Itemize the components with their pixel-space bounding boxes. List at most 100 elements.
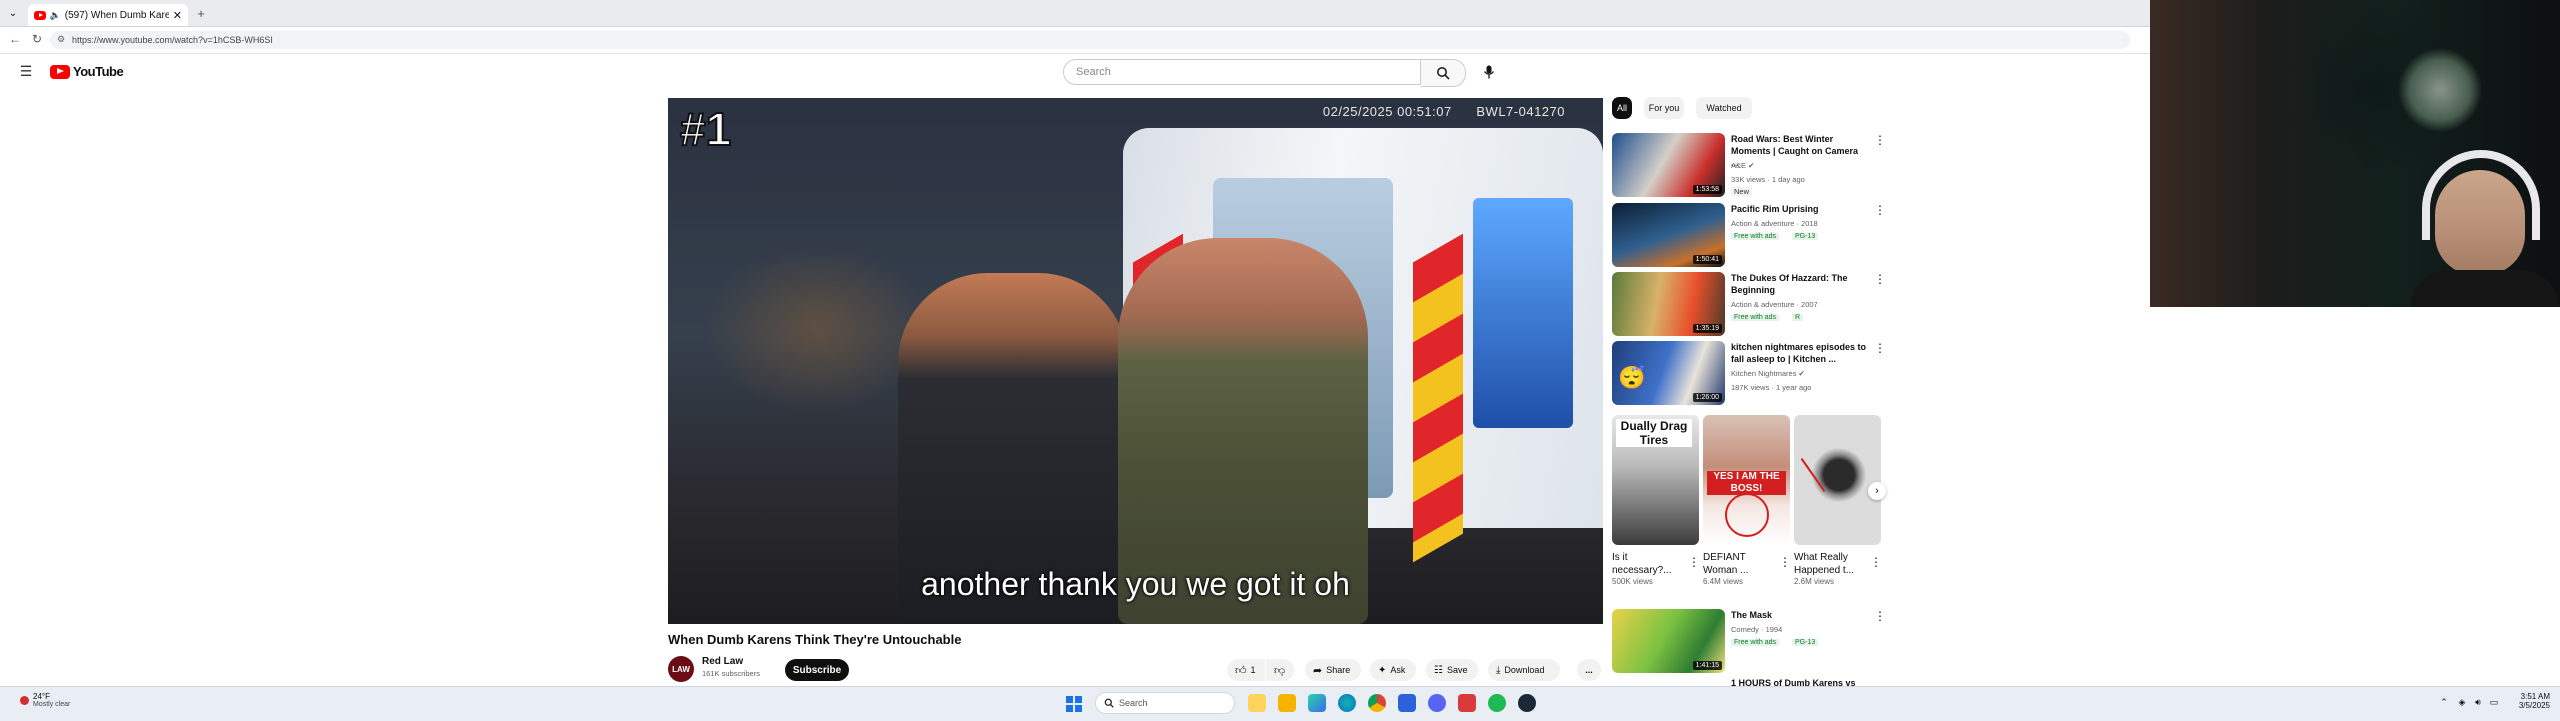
back-arrow-icon[interactable]: ←: [8, 32, 22, 46]
url-text: https://www.youtube.com/watch?v=1hCSB-WH…: [72, 35, 273, 45]
volume-icon[interactable]: 🔊︎: [2472, 696, 2484, 708]
rank-overlay: #1: [679, 102, 732, 156]
subscribe-label: Subscribe: [792, 664, 842, 676]
video-thumbnail[interactable]: 1:50:41: [1612, 203, 1725, 267]
more-options-icon[interactable]: ⋮: [1874, 341, 1886, 355]
recommendation-channel: Kitchen Nightmares ✔: [1731, 369, 1805, 378]
save-label: Save: [1446, 665, 1468, 675]
recommendation-channel: A&E ✔: [1731, 161, 1754, 170]
recommendation-item[interactable]: 1:41:15 The Mask Comedy · 1994 Free with…: [1612, 609, 1887, 673]
channel-avatar[interactable]: LAW: [668, 656, 694, 682]
short-item[interactable]: YES I AM THE BOSS! DEFIANT Woman ... 6.4…: [1703, 415, 1791, 586]
video-thumbnail[interactable]: 1:35:19: [1612, 272, 1725, 336]
short-thumbnail[interactable]: Dually Drag Tires: [1612, 415, 1699, 545]
more-actions-button[interactable]: ...: [1577, 659, 1601, 681]
edge-browser-icon[interactable]: [1338, 694, 1356, 712]
shorts-next-button[interactable]: ›: [1868, 482, 1886, 500]
recommendation-item[interactable]: 1:35:19 The Dukes Of Hazzard: The Beginn…: [1612, 272, 1887, 336]
tab-title: (597) When Dumb Karens Thi: [64, 9, 169, 21]
search-input[interactable]: Search: [1063, 59, 1421, 85]
short-item[interactable]: Dually Drag Tires Is it necessary?... 50…: [1612, 415, 1700, 586]
copilot-icon[interactable]: [1308, 694, 1326, 712]
new-tab-button[interactable]: +: [194, 6, 208, 21]
share-button[interactable]: ➦ Share: [1305, 659, 1361, 681]
download-button[interactable]: ⤓ Download: [1488, 659, 1560, 681]
discord-icon[interactable]: [1428, 694, 1446, 712]
video-thumbnail[interactable]: 1:53:58: [1612, 133, 1725, 197]
channel-info: Red Law 161K subscribers: [702, 656, 760, 678]
video-thumbnail[interactable]: 😴 1:26:00: [1612, 341, 1725, 405]
more-options-icon[interactable]: ⋮: [1874, 272, 1886, 286]
clock[interactable]: 3:51 AM 3/5/2025: [2510, 692, 2550, 710]
video-thumbnail[interactable]: 1:41:15: [1612, 609, 1725, 673]
recommendation-item[interactable]: 1:53:58 Road Wars: Best Winter Moments |…: [1612, 133, 1887, 197]
recommendation-channel: Action & adventure · 2007: [1731, 300, 1818, 309]
bodycam-timestamp: 02/25/2025 00:51:07: [1322, 104, 1452, 119]
browser-tab-strip: ⌄ 🔈 (597) When Dumb Karens Thi ✕ +: [0, 0, 2150, 27]
search-placeholder: Search: [1076, 66, 1111, 78]
browser-tab-youtube[interactable]: 🔈 (597) When Dumb Karens Thi ✕: [28, 4, 188, 26]
monitor-icon[interactable]: ▭: [2488, 696, 2500, 708]
taskbar-search[interactable]: Search: [1095, 692, 1235, 714]
file-explorer-icon[interactable]: [1278, 694, 1296, 712]
system-tray-chevron-icon[interactable]: ⌃: [2438, 696, 2450, 708]
more-options-icon[interactable]: ⋮: [1874, 203, 1886, 217]
tab-close-icon[interactable]: ✕: [173, 9, 182, 22]
game-icon[interactable]: [1458, 694, 1476, 712]
like-button[interactable]: 👍︎ 1: [1227, 659, 1265, 681]
reload-icon[interactable]: ↻: [30, 32, 44, 46]
site-info-icon[interactable]: ⚙: [57, 34, 65, 45]
chip-all[interactable]: All: [1612, 97, 1632, 119]
steam-icon[interactable]: [1518, 694, 1536, 712]
short-views: 6.4M views: [1703, 577, 1744, 586]
weather-widget[interactable]: 24°F Mostly clear: [20, 692, 70, 708]
recommendation-channel: Action & adventure · 2018: [1731, 219, 1818, 228]
channel-name[interactable]: Red Law: [702, 656, 760, 667]
chip-watched[interactable]: Watched: [1696, 97, 1752, 119]
youtube-logo-text: YouTube: [73, 64, 124, 79]
dislike-button[interactable]: 👎︎: [1266, 659, 1294, 681]
url-bar[interactable]: ⚙ https://www.youtube.com/watch?v=1hCSB-…: [50, 31, 2130, 49]
more-options-icon[interactable]: ⋮: [1688, 555, 1700, 569]
recommendation-meta: 33K views · 1 day ago: [1731, 175, 1805, 184]
short-thumbnail[interactable]: YES I AM THE BOSS!: [1703, 415, 1790, 545]
more-options-icon[interactable]: ⋮: [1870, 555, 1882, 569]
search-icon: [1104, 698, 1114, 708]
store-icon[interactable]: [1398, 694, 1416, 712]
start-button[interactable]: [1066, 696, 1082, 712]
more-options-icon[interactable]: ⋮: [1779, 555, 1791, 569]
rating-badge: PG-13: [1792, 233, 1819, 240]
clock-time: 3:51 AM: [2520, 692, 2550, 701]
save-button[interactable]: ☷ Save: [1426, 659, 1478, 681]
bookmark-icon: ☷: [1434, 664, 1443, 676]
more-label: ...: [1585, 665, 1593, 675]
share-icon: ➦: [1313, 664, 1323, 677]
thumbs-down-icon: 👎︎: [1274, 664, 1286, 677]
duration-badge: 1:53:58: [1692, 185, 1722, 194]
search-button[interactable]: [1421, 59, 1466, 87]
short-item[interactable]: What Really Happened t... 2.6M views ⋮: [1794, 415, 1882, 586]
more-options-icon[interactable]: ⋮: [1874, 609, 1886, 623]
subscribe-button[interactable]: Subscribe: [785, 659, 849, 681]
ask-button[interactable]: ✦ Ask: [1370, 659, 1416, 681]
task-view-icon[interactable]: [1248, 694, 1266, 712]
recommendation-item[interactable]: 1:50:41 Pacific Rim Uprising Action & ad…: [1612, 203, 1887, 267]
chip-for-you-label: For you: [1648, 103, 1680, 113]
menu-hamburger-icon[interactable]: ☰: [19, 63, 33, 79]
chrome-browser-icon[interactable]: [1368, 694, 1386, 712]
verified-icon: ✔: [1798, 369, 1805, 378]
tab-list-chevron-icon[interactable]: ⌄: [6, 6, 20, 20]
short-thumbnail[interactable]: [1794, 415, 1881, 545]
spotify-icon[interactable]: [1488, 694, 1506, 712]
chip-for-you[interactable]: For you: [1644, 97, 1684, 119]
audio-icon[interactable]: 🔈: [50, 10, 61, 21]
wifi-icon[interactable]: ◈: [2456, 696, 2468, 708]
video-player[interactable]: #1 02/25/2025 00:51:07 BWL7-041270 anoth…: [668, 98, 1603, 624]
duration-badge: 1:50:41: [1692, 255, 1722, 264]
voice-search-button[interactable]: [1476, 59, 1502, 85]
short-title: DEFIANT Woman ...: [1703, 552, 1749, 576]
short-title: What Really Happened t...: [1794, 552, 1855, 576]
recommendation-item[interactable]: 😴 1:26:00 kitchen nightmares episodes to…: [1612, 341, 1887, 405]
youtube-logo[interactable]: YouTube: [50, 64, 124, 79]
more-options-icon[interactable]: ⋮: [1874, 133, 1886, 147]
